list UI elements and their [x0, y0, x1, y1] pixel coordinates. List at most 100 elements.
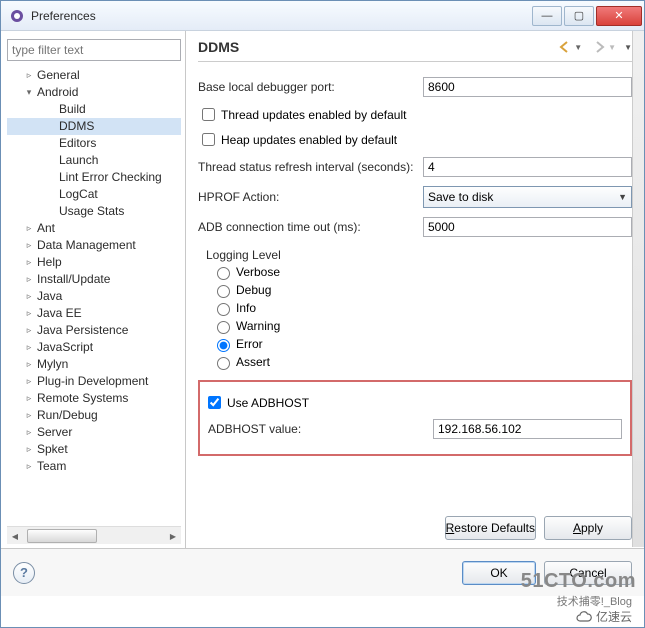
logging-option-assert[interactable]: Assert: [212, 354, 632, 370]
twisty-closed-icon[interactable]: ▹: [23, 376, 35, 388]
twisty-closed-icon[interactable]: ▹: [23, 240, 35, 252]
twisty-closed-icon[interactable]: ▹: [23, 359, 35, 371]
tree-item-data-management[interactable]: ▹Data Management: [7, 237, 181, 254]
tree-item-editors[interactable]: Editors: [7, 135, 181, 152]
nav-back-icon[interactable]: [554, 40, 572, 54]
tree-item-install-update[interactable]: ▹Install/Update: [7, 271, 181, 288]
logging-label: Warning: [236, 319, 280, 333]
tree-item-run-debug[interactable]: ▹Run/Debug: [7, 407, 181, 424]
tree-item-mylyn[interactable]: ▹Mylyn: [7, 356, 181, 373]
thread-updates-checkbox[interactable]: [202, 108, 215, 121]
tree-item-team[interactable]: ▹Team: [7, 458, 181, 475]
twisty-closed-icon[interactable]: ▹: [23, 274, 35, 286]
logging-radio-error[interactable]: [217, 339, 230, 352]
logging-option-debug[interactable]: Debug: [212, 282, 632, 298]
tree-item-label: Remote Systems: [37, 390, 128, 407]
twisty-closed-icon[interactable]: ▹: [23, 257, 35, 269]
tree-item-usage-stats[interactable]: Usage Stats: [7, 203, 181, 220]
maximize-button[interactable]: ▢: [564, 6, 594, 26]
help-button[interactable]: ?: [13, 562, 35, 584]
tree-item-java-persistence[interactable]: ▹Java Persistence: [7, 322, 181, 339]
horizontal-scrollbar[interactable]: ◀ ▶: [7, 526, 181, 544]
twisty-closed-icon[interactable]: ▹: [23, 308, 35, 320]
ok-button[interactable]: OK: [462, 561, 536, 585]
tree-item-label: Spket: [37, 441, 68, 458]
adbhost-value-input[interactable]: [433, 419, 622, 439]
filter-input[interactable]: [7, 39, 181, 61]
tree-item-remote-systems[interactable]: ▹Remote Systems: [7, 390, 181, 407]
nav-forward-icon[interactable]: [588, 40, 606, 54]
logging-option-verbose[interactable]: Verbose: [212, 264, 632, 280]
logging-label: Assert: [236, 355, 270, 369]
tree-item-java[interactable]: ▹Java: [7, 288, 181, 305]
nav-menu-icon[interactable]: ▼: [624, 43, 632, 52]
tree-item-label: JavaScript: [37, 339, 93, 356]
twisty-closed-icon[interactable]: ▹: [23, 444, 35, 456]
logging-radio-debug[interactable]: [217, 285, 230, 298]
tree-item-launch[interactable]: Launch: [7, 152, 181, 169]
vertical-scrollbar[interactable]: [632, 31, 644, 547]
tree-item-label: Editors: [59, 135, 96, 152]
hprof-action-label: HPROF Action:: [198, 190, 423, 204]
logging-radio-warning[interactable]: [217, 321, 230, 334]
tree-item-label: Help: [37, 254, 62, 271]
logging-radio-verbose[interactable]: [217, 267, 230, 280]
close-button[interactable]: ✕: [596, 6, 642, 26]
refresh-interval-input[interactable]: [423, 157, 632, 177]
tree-item-javascript[interactable]: ▹JavaScript: [7, 339, 181, 356]
twisty-closed-icon[interactable]: ▹: [23, 427, 35, 439]
twisty-closed-icon[interactable]: ▹: [23, 325, 35, 337]
sidebar: ▹General▾AndroidBuildDDMSEditorsLaunchLi…: [1, 31, 186, 548]
heap-updates-label: Heap updates enabled by default: [221, 133, 397, 147]
tree-item-label: Ant: [37, 220, 55, 237]
tree-item-logcat[interactable]: LogCat: [7, 186, 181, 203]
restore-defaults-button[interactable]: Restore Defaults: [445, 516, 536, 540]
tree-item-label: Run/Debug: [37, 407, 98, 424]
minimize-button[interactable]: —: [532, 6, 562, 26]
tree-item-spket[interactable]: ▹Spket: [7, 441, 181, 458]
logging-option-warning[interactable]: Warning: [212, 318, 632, 334]
tree-item-server[interactable]: ▹Server: [7, 424, 181, 441]
tree-item-label: Java EE: [37, 305, 82, 322]
tree-item-build[interactable]: Build: [7, 101, 181, 118]
twisty-closed-icon[interactable]: ▹: [23, 70, 35, 82]
tree-item-general[interactable]: ▹General: [7, 67, 181, 84]
scroll-thumb[interactable]: [27, 529, 97, 543]
use-adbhost-checkbox[interactable]: [208, 396, 221, 409]
twisty-closed-icon[interactable]: ▹: [23, 223, 35, 235]
tree-item-lint-error-checking[interactable]: Lint Error Checking: [7, 169, 181, 186]
tree-item-android[interactable]: ▾Android: [7, 84, 181, 101]
nav-back-menu-icon[interactable]: ▼: [574, 43, 582, 52]
apply-button[interactable]: Apply: [544, 516, 632, 540]
logging-level-group: Logging Level VerboseDebugInfoWarningErr…: [206, 248, 632, 372]
tree-item-ddms[interactable]: DDMS: [7, 118, 181, 135]
twisty-closed-icon[interactable]: ▹: [23, 461, 35, 473]
tree-item-help[interactable]: ▹Help: [7, 254, 181, 271]
scroll-right-icon[interactable]: ▶: [165, 528, 181, 544]
cancel-button[interactable]: Cancel: [544, 561, 632, 585]
twisty-closed-icon[interactable]: ▹: [23, 342, 35, 354]
tree-item-label: Server: [37, 424, 72, 441]
adb-timeout-input[interactable]: [423, 217, 632, 237]
preference-tree[interactable]: ▹General▾AndroidBuildDDMSEditorsLaunchLi…: [7, 67, 181, 522]
tree-item-plug-in-development[interactable]: ▹Plug-in Development: [7, 373, 181, 390]
twisty-closed-icon[interactable]: ▹: [23, 291, 35, 303]
logging-radio-assert[interactable]: [217, 357, 230, 370]
tree-item-java-ee[interactable]: ▹Java EE: [7, 305, 181, 322]
scroll-left-icon[interactable]: ◀: [7, 528, 23, 544]
logging-option-error[interactable]: Error: [212, 336, 632, 352]
hprof-action-select[interactable]: Save to disk ▼: [423, 186, 632, 208]
twisty-none-icon: [45, 189, 57, 201]
twisty-closed-icon[interactable]: ▹: [23, 410, 35, 422]
nav-forward-menu-icon[interactable]: ▼: [608, 43, 616, 52]
logging-option-info[interactable]: Info: [212, 300, 632, 316]
window-title: Preferences: [31, 9, 530, 23]
twisty-open-icon[interactable]: ▾: [23, 87, 35, 99]
twisty-closed-icon[interactable]: ▹: [23, 393, 35, 405]
logging-radio-info[interactable]: [217, 303, 230, 316]
base-port-input[interactable]: [423, 77, 632, 97]
tree-item-ant[interactable]: ▹Ant: [7, 220, 181, 237]
tree-item-label: Launch: [59, 152, 98, 169]
logging-label: Debug: [236, 283, 271, 297]
heap-updates-checkbox[interactable]: [202, 133, 215, 146]
